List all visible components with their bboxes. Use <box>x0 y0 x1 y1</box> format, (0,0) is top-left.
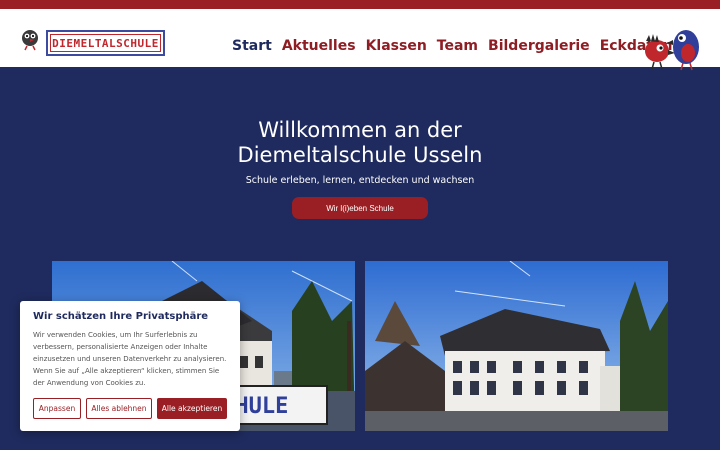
nav-item-bildergalerie[interactable]: Bildergalerie <box>488 38 590 54</box>
hero-title-line1: Willkommen an der <box>258 118 462 142</box>
cookie-buttons: Anpassen Alles ablehnen Alle akzeptieren <box>33 398 227 419</box>
school-photo-right <box>365 261 668 431</box>
nav-item-team[interactable]: Team <box>437 38 478 54</box>
wir-lieben-schule-button[interactable]: Wir l(i)eben Schule <box>292 197 428 219</box>
nav-item-klassen[interactable]: Klassen <box>366 38 427 54</box>
cookie-reject-button[interactable]: Alles ablehnen <box>86 398 152 419</box>
cookie-title: Wir schätzen Ihre Privatsphäre <box>33 311 209 322</box>
nav-item-aktuelles[interactable]: Aktuelles <box>282 38 356 54</box>
top-stripe <box>0 0 720 9</box>
site-header: DIEMELTALSCHULE Start Aktuelles Klassen … <box>0 9 720 71</box>
cookie-consent-dialog: Wir schätzen Ihre Privatsphäre Wir verwe… <box>20 301 240 431</box>
main-navigation: Start Aktuelles Klassen Team Bildergaler… <box>232 38 672 54</box>
nav-item-start[interactable]: Start <box>232 38 272 54</box>
cookie-customize-button[interactable]: Anpassen <box>33 398 81 419</box>
birds-mascot-icon <box>645 30 699 71</box>
logo-text: DIEMELTALSCHULE <box>52 36 159 50</box>
hero-title-line2: Diemeltalschule Usseln <box>237 143 483 167</box>
cookie-description: Wir verwenden Cookies, um Ihr Surferlebn… <box>33 331 227 387</box>
hero-subtitle: Schule erleben, lernen, entdecken und wa… <box>245 175 475 186</box>
hero-title: Willkommen an der Diemeltalschule Usseln <box>0 118 720 168</box>
bird-logo-icon[interactable] <box>18 27 42 51</box>
cookie-accept-button[interactable]: Alle akzeptieren <box>157 398 227 419</box>
school-logo-wordmark[interactable]: DIEMELTALSCHULE <box>46 30 165 56</box>
